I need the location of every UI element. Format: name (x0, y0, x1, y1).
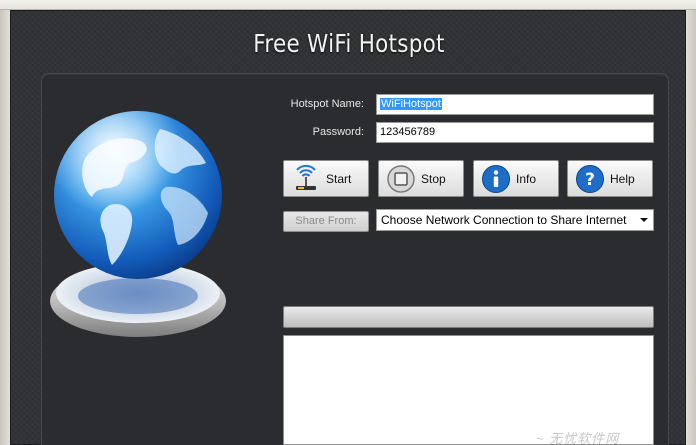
wifi-antenna-icon (291, 164, 321, 194)
watermark: ~ 无忧软件网 (536, 431, 620, 445)
stop-button-label: Stop (421, 171, 446, 186)
info-button[interactable]: Info (473, 160, 559, 197)
help-button-label: Help (610, 171, 635, 186)
dropdown-arrow-icon[interactable] (640, 218, 648, 222)
start-button[interactable]: Start (283, 160, 369, 197)
info-circle-icon (481, 164, 511, 194)
stop-button[interactable]: Stop (378, 160, 464, 197)
app-title: Free WiFi Hotspot (253, 29, 445, 58)
password-input[interactable]: 123456789 (376, 122, 654, 143)
question-circle-icon: ? (575, 164, 605, 194)
network-connection-select[interactable]: Choose Network Connection to Share Inter… (376, 209, 654, 231)
window-titlebar-edge (0, 0, 696, 10)
share-from-button[interactable]: Share From: (283, 211, 369, 232)
stop-square-icon (386, 164, 416, 194)
password-value: 123456789 (380, 126, 436, 138)
help-button[interactable]: ? Help (567, 160, 653, 197)
hotspot-name-value: WiFiHotspot (380, 98, 442, 110)
window-left-frame (0, 10, 10, 445)
globe-icon (48, 105, 248, 355)
hotspot-name-input[interactable]: WiFiHotspot (376, 94, 654, 115)
hotspot-name-label: Hotspot Name: (290, 98, 364, 110)
window-right-frame (686, 10, 696, 445)
start-button-label: Start (326, 171, 352, 186)
password-label: Password: (312, 126, 364, 138)
network-connection-selected: Choose Network Connection to Share Inter… (381, 213, 627, 227)
info-button-label: Info (516, 171, 537, 186)
status-progress-bar (283, 306, 654, 328)
svg-text:?: ? (585, 170, 595, 190)
